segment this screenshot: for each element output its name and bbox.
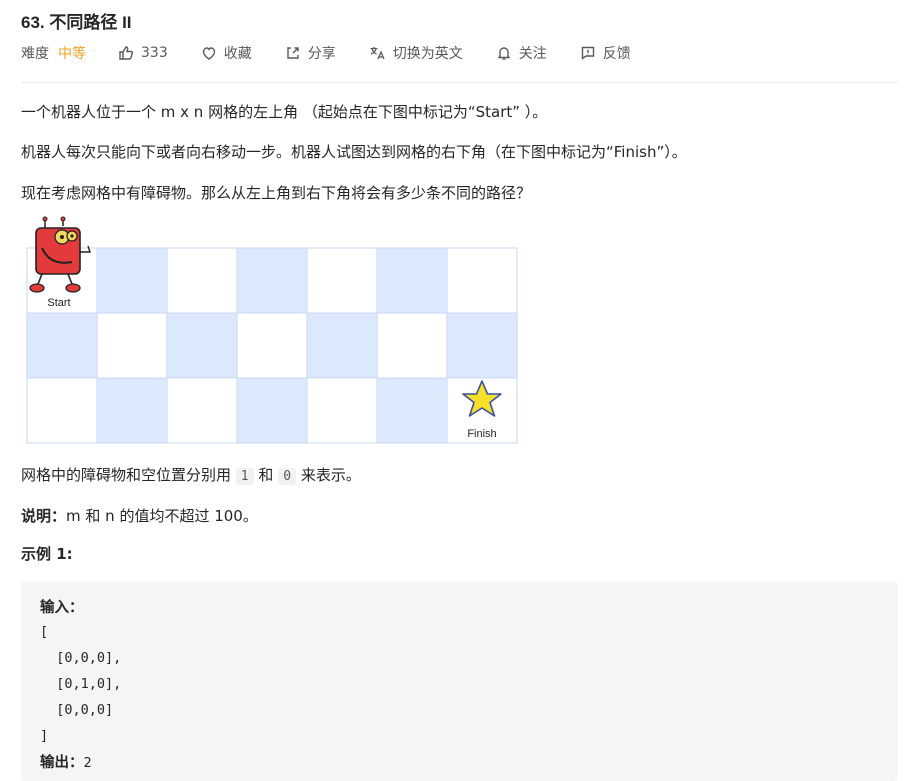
favorite-button[interactable]: 收藏: [201, 43, 252, 63]
grid-cells: [26, 247, 518, 444]
grid-cell: [236, 247, 308, 314]
grid-cell: [446, 312, 518, 379]
translate-label: 切换为英文: [392, 46, 463, 62]
bell-icon: [497, 47, 511, 60]
description-paragraph-1: 一个机器人位于一个 m x n 网格的左上角 （起始点在下图中标记为“Start…: [21, 103, 548, 121]
problem-title: 63. 不同路径 II: [21, 13, 132, 32]
grid-cell: [26, 377, 98, 444]
favorite-label: 收藏: [223, 46, 252, 62]
grid-cell: [306, 247, 378, 314]
translate-icon: [370, 47, 385, 60]
example-title: 示例 1:: [21, 545, 73, 563]
grid-cell: [446, 247, 518, 314]
description-paragraph-3: 现在考虑网格中有障碍物。那么从左上角到右下角将会有多少条不同的路径？: [21, 184, 532, 202]
grid-cell: [376, 247, 448, 314]
grid-cell: [306, 312, 378, 379]
grid-cell: [236, 312, 308, 379]
translate-button[interactable]: 切换为英文: [369, 43, 463, 63]
thumbs-up-icon: [119, 46, 134, 60]
description-paragraph-4: 网格中的障碍物和空位置分别用 1 和 0 来表示。: [21, 466, 361, 485]
heart-icon: [202, 47, 215, 60]
grid-cell: [96, 377, 168, 444]
grid-cell: [166, 377, 238, 444]
grid-figure: Start Finish: [20, 216, 520, 452]
header-divider: [21, 82, 898, 83]
problem-meta-bar: 难度 中等 333 收藏 分享 切换为英文 关注 反馈: [21, 42, 664, 64]
code-line: [0,0,0]: [40, 702, 114, 718]
grid-cell: [166, 312, 238, 379]
follow-label: 关注: [518, 46, 547, 62]
share-label: 分享: [307, 46, 336, 62]
share-icon: [287, 47, 299, 59]
output-line: 输出：2: [40, 755, 92, 771]
grid-cell: [96, 247, 168, 314]
grid-cell: [236, 377, 308, 444]
output-value: 2: [83, 755, 92, 771]
difficulty-badge: 中等: [58, 46, 86, 62]
description-paragraph-2: 机器人每次只能向下或者向右移动一步。机器人试图达到网格的右下角（在下图中标记为“…: [21, 143, 687, 161]
difficulty-label: 难度: [21, 46, 49, 62]
feedback-label: 反馈: [602, 46, 631, 62]
example-code-block: 输入： [ [0,0,0], [0,1,0], [0,0,0] ] 输出：2: [21, 581, 898, 781]
feedback-icon: [581, 46, 594, 60]
finish-label: Finish: [467, 428, 496, 440]
start-label: Start: [47, 297, 70, 309]
like-button[interactable]: 333: [118, 45, 168, 61]
grid-cell: [166, 247, 238, 314]
code-line: ]: [40, 728, 49, 744]
code-line: [: [40, 624, 49, 640]
note-label: 说明：: [21, 507, 67, 525]
code-line: [0,1,0],: [40, 676, 122, 692]
note-text: m 和 n 的值均不超过 100。: [66, 507, 258, 525]
grid-cell: [26, 312, 98, 379]
inline-code-obstacle: 1: [235, 468, 254, 485]
like-count: 333: [141, 45, 168, 61]
grid-cell: [96, 312, 168, 379]
note-paragraph: 说明：m 和 n 的值均不超过 100。: [21, 505, 258, 526]
grid-cell: [306, 377, 378, 444]
input-label-line: 输入：: [40, 600, 84, 616]
code-line: [0,0,0],: [40, 650, 122, 666]
share-button[interactable]: 分享: [285, 43, 336, 63]
inline-code-empty: 0: [278, 468, 297, 485]
grid-cell: [376, 377, 448, 444]
feedback-button[interactable]: 反馈: [580, 43, 631, 63]
follow-button[interactable]: 关注: [496, 43, 547, 63]
grid-cell: [376, 312, 448, 379]
